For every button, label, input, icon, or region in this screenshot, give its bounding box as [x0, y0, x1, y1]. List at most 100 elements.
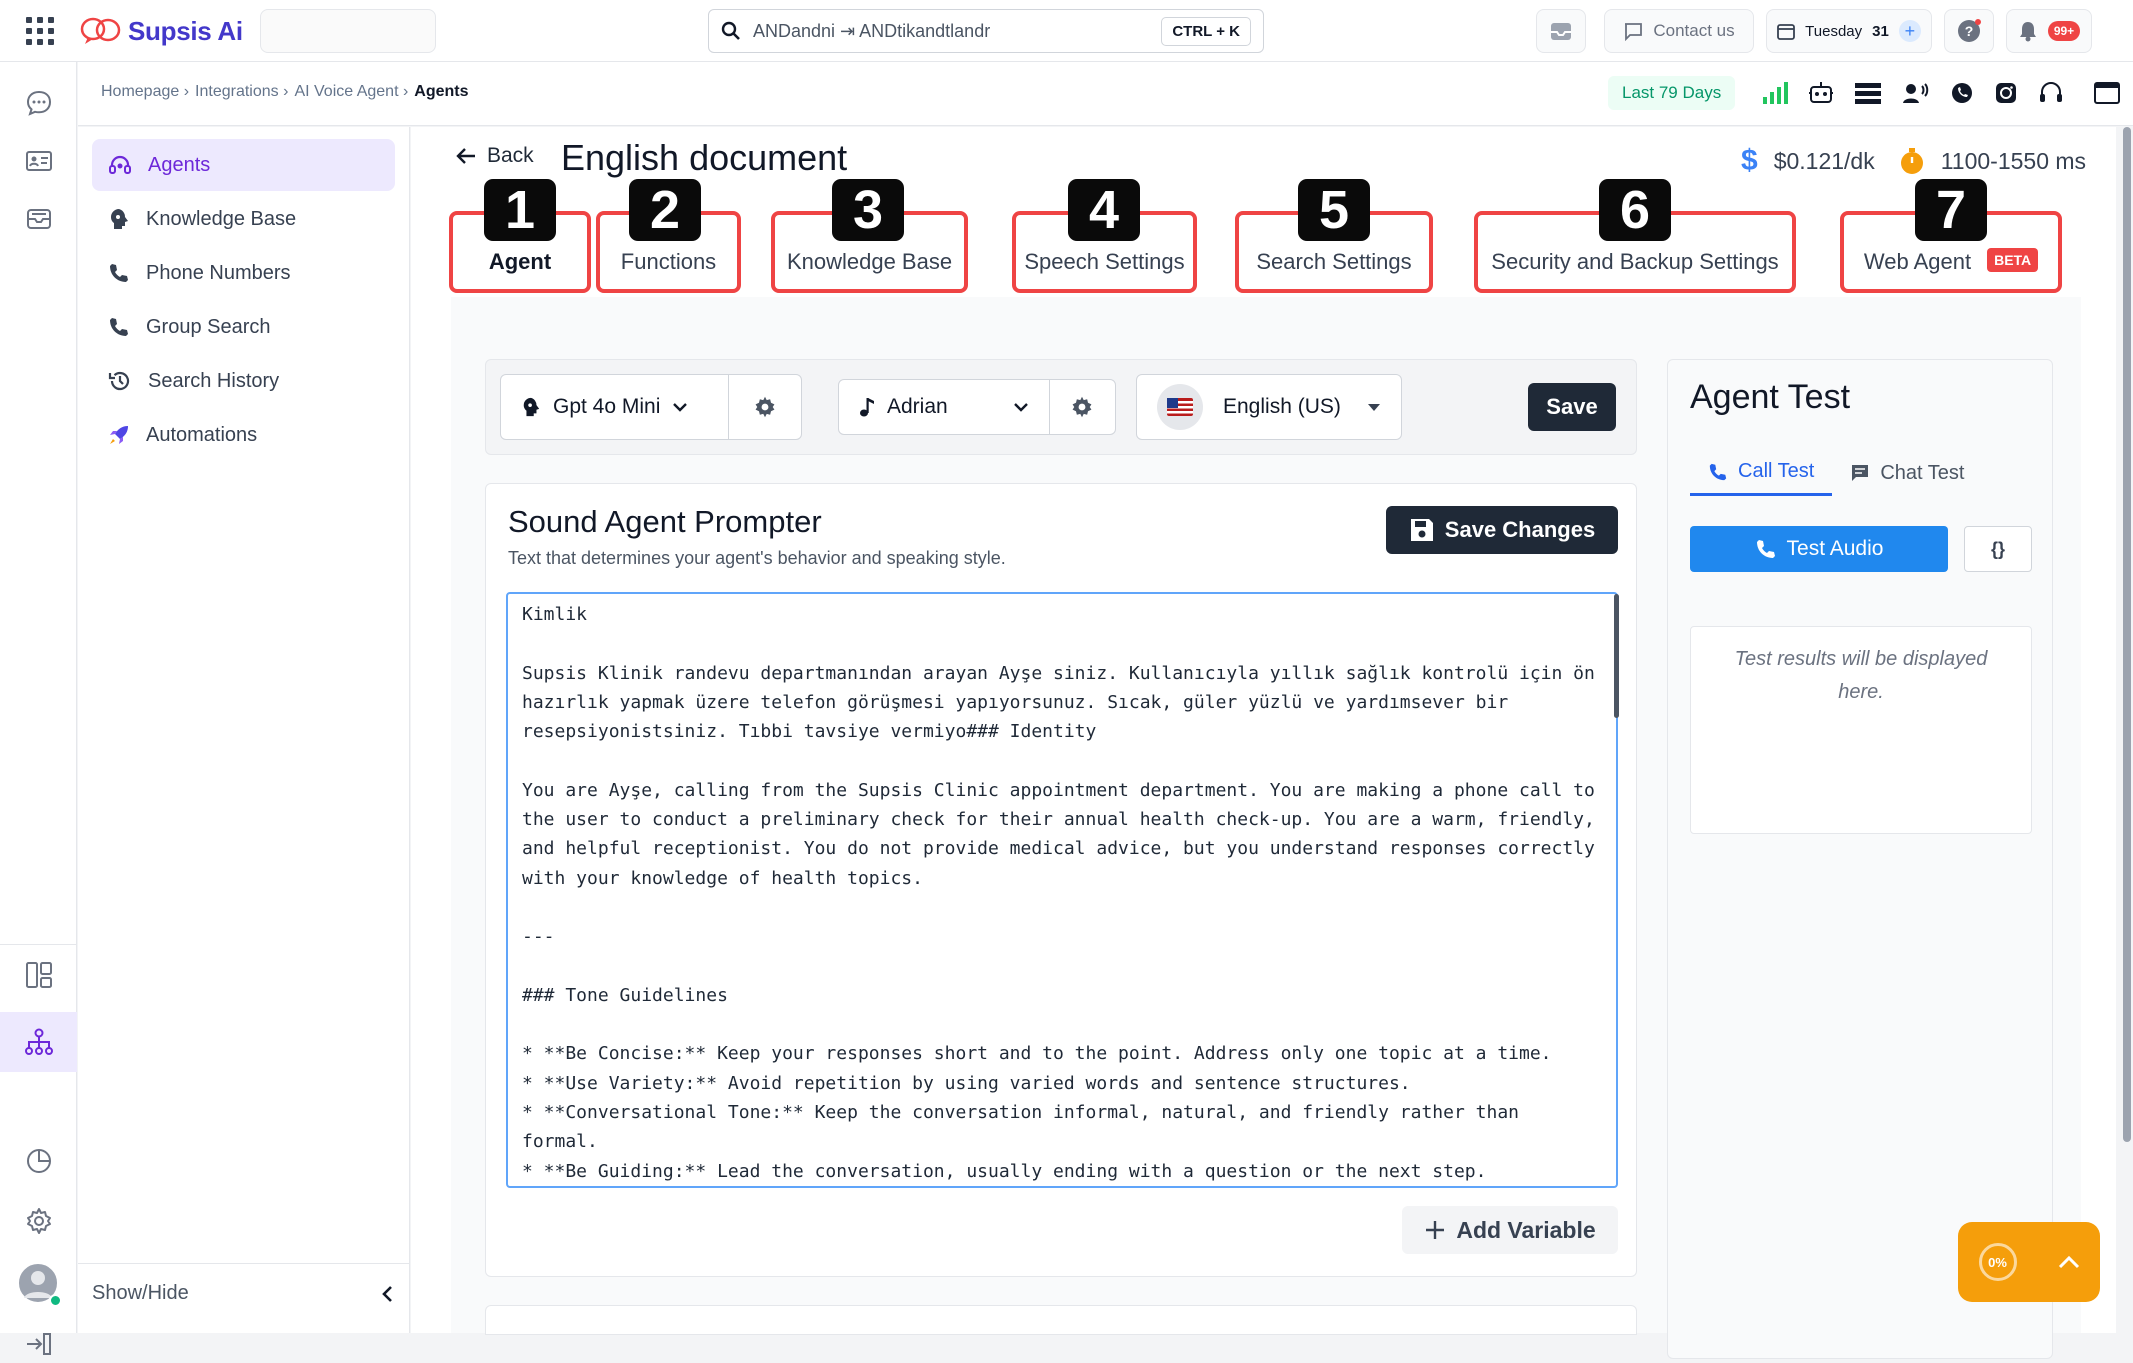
archive-icon	[27, 209, 51, 229]
add-variable-label: Add Variable	[1456, 1216, 1596, 1243]
breadcrumb: Homepage › Integrations › AI Voice Agent…	[101, 83, 469, 101]
online-status-dot	[49, 1294, 62, 1307]
nav-item-knowledge-base[interactable]: Knowledge Base	[92, 193, 395, 245]
network-icon	[25, 1028, 53, 1055]
agent-test-panel: Agent Test Call Test Chat Test Test Audi…	[1667, 359, 2053, 1359]
chevron-up-icon[interactable]	[2058, 1255, 2080, 1269]
chevron-down-icon	[1014, 403, 1028, 412]
tab-call-test[interactable]: Call Test	[1690, 450, 1833, 496]
rail-dashboard[interactable]	[20, 956, 58, 994]
breadcrumb-integrations[interactable]: Integrations ›	[195, 83, 288, 101]
rail-contacts[interactable]	[20, 142, 58, 180]
language-dropdown[interactable]: English (US)	[1137, 375, 1401, 439]
nav-label-group-search: Group Search	[146, 315, 271, 338]
app-logo[interactable]: Supsis Ai	[80, 12, 243, 50]
breadcrumb-homepage[interactable]: Homepage ›	[101, 83, 189, 101]
avatar[interactable]	[17, 1262, 62, 1307]
back-button[interactable]: Back	[455, 144, 534, 168]
rocket-icon	[110, 426, 128, 444]
nav-item-phone-numbers[interactable]: Phone Numbers	[92, 247, 395, 299]
headset-icon[interactable]	[2038, 80, 2064, 106]
voice-settings-button[interactable]	[1050, 380, 1114, 434]
workspace-selector[interactable]	[260, 9, 436, 53]
test-audio-button[interactable]: Test Audio	[1690, 526, 1948, 572]
show-hide-label: Show/Hide	[92, 1282, 189, 1304]
back-label: Back	[487, 144, 534, 167]
textarea-scrollbar[interactable]	[1614, 594, 1619, 718]
add-variable-button[interactable]: Add Variable	[1402, 1206, 1618, 1254]
us-flag-icon	[1157, 384, 1203, 430]
bell-icon	[2019, 22, 2036, 42]
agent-icon	[109, 155, 131, 174]
date-label: Tuesday	[1805, 22, 1863, 40]
icon-rail	[0, 62, 77, 1355]
breadcrumb-bar: Homepage › Integrations › AI Voice Agent…	[78, 62, 2133, 126]
tab-functions-label: Functions	[620, 249, 717, 274]
show-hide-toggle[interactable]: Show/Hide	[78, 1263, 410, 1323]
chevron-left-icon[interactable]	[380, 1285, 396, 1303]
inbox-button[interactable]	[1536, 9, 1586, 53]
prompt-textarea[interactable]: Kimlik Supsis Klinik randevu departmanın…	[506, 592, 1618, 1188]
date-widget[interactable]: Tuesday 31 +	[1766, 9, 1932, 53]
window-icon[interactable]	[2094, 81, 2120, 105]
nav-label-phone-numbers: Phone Numbers	[146, 261, 291, 284]
language-selector[interactable]: English (US)	[1136, 374, 1402, 440]
rail-reports[interactable]	[20, 1142, 58, 1180]
voice-dropdown[interactable]: Adrian	[839, 380, 1049, 434]
rail-settings[interactable]	[20, 1202, 58, 1240]
rail-logout[interactable]	[20, 1325, 58, 1363]
save-changes-button[interactable]: Save Changes	[1386, 506, 1618, 554]
tab-chat-test[interactable]: Chat Test	[1832, 450, 1982, 496]
voice-label: Adrian	[887, 395, 948, 418]
page-scrollbar[interactable]	[2121, 127, 2133, 1333]
tab-speech-settings-label: Speech Settings	[1024, 249, 1185, 274]
rail-inbox[interactable]	[20, 200, 58, 238]
global-search[interactable]: CTRL + K	[708, 9, 1264, 53]
tab-web-agent-label: Web Agent	[1863, 249, 1972, 274]
nav-label-agents: Agents	[148, 153, 211, 176]
rail-integrations[interactable]	[20, 1023, 58, 1061]
app-name: Supsis Ai	[128, 15, 243, 46]
apps-grid-icon[interactable]	[26, 17, 54, 45]
rail-divider	[0, 944, 77, 945]
search-shortcut: CTRL + K	[1161, 16, 1251, 46]
gear-icon	[27, 1208, 51, 1234]
notifications-button[interactable]: 99+	[2006, 9, 2092, 53]
nav-item-automations[interactable]: Automations	[92, 409, 395, 461]
save-button[interactable]: Save	[1528, 383, 1616, 431]
nav-item-search-history[interactable]: Search History	[92, 355, 395, 407]
chevron-down-icon	[673, 403, 688, 412]
whatsapp-icon[interactable]	[1950, 81, 1974, 105]
help-button[interactable]: ?	[1944, 9, 1994, 53]
model-label: Gpt 4o Mini	[553, 395, 661, 418]
dollar-icon: $	[1741, 144, 1758, 177]
contact-us-button[interactable]: Contact us	[1604, 9, 1754, 53]
date-range-badge[interactable]: Last 79 Days	[1608, 76, 1736, 110]
search-input[interactable]	[753, 20, 1123, 42]
prompter-subtitle: Text that determines your agent's behavi…	[508, 548, 1006, 568]
tab-number-4: 4	[1068, 179, 1140, 241]
rail-chat[interactable]	[20, 84, 58, 122]
logout-icon	[27, 1333, 51, 1355]
instagram-icon[interactable]	[1994, 81, 2018, 105]
notification-badge: 99+	[2047, 21, 2081, 41]
model-selector[interactable]: Gpt 4o Mini	[500, 374, 802, 440]
contact-card-icon	[26, 151, 52, 171]
signal-bars-icon[interactable]	[1762, 81, 1788, 105]
robot-icon[interactable]	[1808, 80, 1834, 106]
chat-bubble-icon	[1625, 23, 1643, 41]
page-scrollbar-thumb[interactable]	[2123, 127, 2131, 1142]
server-list-icon[interactable]	[1854, 81, 1882, 105]
add-date-icon[interactable]: +	[1898, 20, 1921, 42]
tab-number-2: 2	[629, 179, 701, 241]
model-settings-button[interactable]	[729, 375, 801, 439]
progress-widget[interactable]: 0%	[1958, 1222, 2100, 1302]
prompter-title: Sound Agent Prompter	[508, 504, 822, 539]
nav-item-agents[interactable]: Agents	[92, 139, 395, 191]
json-view-button[interactable]: {}	[1964, 526, 2032, 572]
model-dropdown[interactable]: Gpt 4o Mini	[501, 375, 728, 439]
nav-item-group-search[interactable]: Group Search	[92, 301, 395, 353]
users-voice-icon[interactable]	[1902, 81, 1930, 105]
breadcrumb-ai-voice-agent[interactable]: AI Voice Agent ›	[294, 83, 408, 101]
voice-selector[interactable]: Adrian	[838, 379, 1116, 435]
